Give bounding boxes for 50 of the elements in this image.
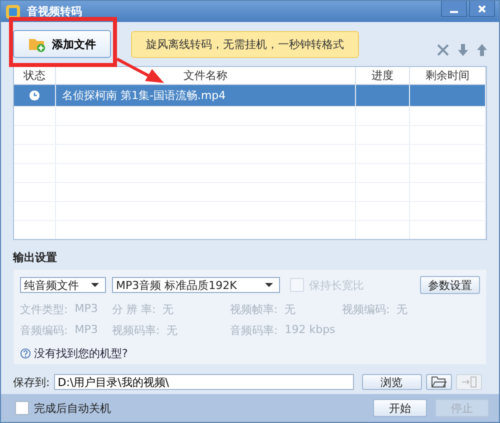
file-name: 名侦探柯南 第1集-国语流畅.mp4: [56, 85, 356, 106]
open-folder-button[interactable]: [426, 374, 452, 390]
window-title: 音视频转码: [27, 4, 83, 19]
delete-icon[interactable]: [437, 44, 449, 56]
clock-icon: [29, 90, 40, 101]
annotation-arrow: [116, 58, 164, 83]
column-header[interactable]: 进度: [356, 67, 410, 84]
move-down-icon[interactable]: [458, 44, 468, 56]
column-header[interactable]: 剩余时间: [410, 67, 486, 84]
info-value: 192 kbps: [284, 323, 336, 338]
minimize-icon: [450, 10, 458, 12]
checkbox[interactable]: [15, 401, 29, 415]
info-label: 视频帧率:: [230, 302, 278, 317]
checkbox-label: 完成后自动关机: [34, 400, 111, 416]
folder-icon: [430, 376, 447, 388]
info-label: 音频码率:: [230, 323, 278, 338]
settings-button[interactable]: 参数设置: [420, 276, 480, 294]
minimize-button[interactable]: [441, 1, 467, 17]
help-link[interactable]: 没有找到您的机型?: [34, 346, 128, 361]
info-value: MP3: [74, 302, 98, 317]
format-dropdown[interactable]: 纯音频文件: [20, 277, 106, 293]
caret-icon: [265, 283, 273, 287]
info-value: 无: [284, 302, 296, 317]
browse-button[interactable]: 浏览: [362, 374, 422, 390]
info-label: 分 辨 率:: [112, 302, 156, 317]
info-value: 无: [162, 302, 174, 317]
promo-banner[interactable]: 旋风离线转码，无需挂机，一秒钟转格式: [131, 30, 359, 58]
add-file-button[interactable]: 添加文件: [13, 30, 111, 58]
info-value: 无: [166, 323, 178, 338]
info-label: 音频编码:: [20, 323, 68, 338]
export-icon: [460, 376, 477, 388]
preset-dropdown[interactable]: MP3音频 标准品质192K: [112, 277, 280, 293]
action-button[interactable]: 开始: [373, 399, 427, 417]
info-value: MP3: [74, 323, 98, 338]
close-icon: [477, 4, 487, 14]
path-field[interactable]: D:\用户目录\我的视频\: [54, 374, 354, 390]
info-value: 无: [396, 302, 408, 317]
caret-icon: [91, 283, 99, 287]
save-label: 保存到:: [13, 374, 50, 390]
section-heading: 输出设置: [13, 250, 58, 266]
info-label: 视频码率:: [112, 323, 160, 338]
folder-add-icon: [28, 36, 46, 52]
close-button[interactable]: [469, 1, 495, 17]
app-icon: [5, 4, 21, 20]
help-icon: [20, 348, 31, 359]
info-label: 文件类型:: [20, 302, 68, 317]
info-label: 视频编码:: [342, 302, 390, 317]
column-header[interactable]: 状态: [14, 67, 56, 84]
file-row[interactable]: 名侦探柯南 第1集-国语流畅.mp4: [14, 85, 486, 107]
move-up-icon[interactable]: [477, 44, 487, 56]
